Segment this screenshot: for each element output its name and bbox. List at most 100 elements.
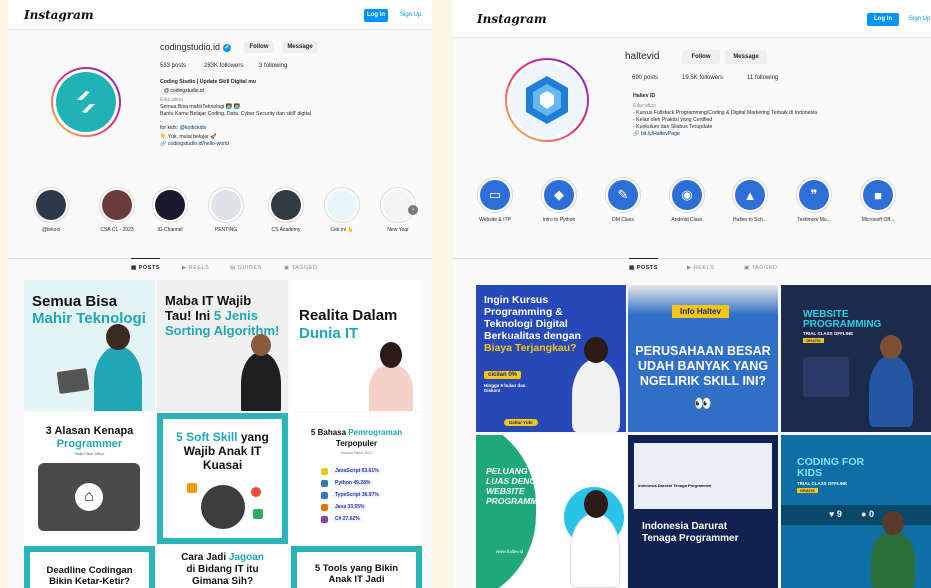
chevron-right-icon[interactable]: › (408, 205, 418, 215)
story-highlight[interactable]: IG Channel (147, 187, 193, 233)
highlight-cover (99, 187, 135, 223)
login-button[interactable]: Log In (364, 9, 388, 22)
signup-link[interactable]: Sign Up (400, 9, 421, 22)
language-label: Python 49.28% (332, 480, 374, 486)
instagram-logo[interactable]: Instagram (477, 12, 547, 26)
category-label: Education (160, 97, 184, 103)
post-tile[interactable]: Semua Bisa Mahir Teknologi (24, 280, 155, 411)
tab-tagged[interactable]: ▣ TAGGED (744, 265, 777, 271)
person-illustration (572, 337, 620, 432)
language-icon (321, 491, 328, 499)
story-highlight[interactable]: @tekoci (28, 187, 74, 233)
post-title: Wajib Anak IT (183, 444, 262, 458)
followers-count[interactable]: 19.5K followers (682, 75, 723, 81)
right-profile-panel: Instagram Log In Sign Up haltevid Follow… (453, 0, 931, 588)
tab-tagged[interactable]: ▣ TAGGED (284, 265, 317, 271)
following-count[interactable]: 3 following (259, 63, 287, 69)
post-tile[interactable]: Ingin Kursus Programming & Teknologi Dig… (476, 285, 626, 432)
posts-count: 533 posts (160, 63, 187, 69)
post-tile[interactable]: CODING FOR KIDS TRIAL CLASS OFFLINE GRAT… (781, 435, 931, 588)
post-title: Mahir Teknologi (32, 310, 146, 327)
post-title: Cara Jadi Jagoan (181, 552, 264, 563)
bio-cta: 👇 Yuk, mulai belajar 🚀 (160, 134, 217, 140)
story-highlight[interactable]: PENTING (203, 187, 249, 233)
post-tile[interactable]: 3 Alasan Kenapa Programmer Wajib Pakai G… (24, 413, 155, 544)
website-link[interactable]: 🔗 bit.ly/HaltevPage (633, 131, 817, 138)
story-highlight[interactable]: ◉ Android Class (664, 177, 710, 223)
highlight-label: Intro to Python (542, 217, 576, 223)
instagram-logo[interactable]: Instagram (24, 8, 94, 22)
cta-badge: Daftar Yuk! (504, 419, 538, 426)
follow-button[interactable]: Follow (682, 50, 720, 64)
profile-name: Coding Studio | Update Skill Digital mu (160, 79, 256, 85)
post-title: Teknologi Digital (484, 318, 568, 330)
tab-guides[interactable]: ▤ GUIDES (230, 265, 262, 271)
top-bar: Instagram Log In Sign Up (453, 0, 931, 38)
github-icon: ⌂ (38, 463, 140, 531)
highlight-cover (33, 187, 69, 223)
post-tile[interactable]: 5 Bahasa Pemrograman Terpopuler Selama T… (291, 413, 422, 544)
highlight-label: Testimoni Mu... (797, 217, 831, 223)
profile-avatar[interactable] (51, 67, 121, 137)
tab-posts[interactable]: ▦ POSTS (629, 258, 658, 271)
post-tile[interactable]: 5 Tools yang Bikin Anak IT Jadi (291, 546, 422, 588)
story-highlight[interactable]: ✎ DM Class (600, 177, 646, 223)
signup-link[interactable]: Sign Up (909, 13, 930, 26)
post-tile[interactable]: Realita Dalam Dunia IT (291, 280, 422, 411)
skill-icon (253, 509, 263, 519)
post-tile[interactable]: WEBSITE PROGRAMMING TRIAL CLASS OFFLINE … (781, 285, 931, 432)
screenshot-preview (634, 443, 772, 509)
tab-posts[interactable]: ▦ POSTS (131, 258, 160, 271)
story-highlight[interactable]: ▭ Website & ITP (472, 177, 518, 223)
tab-reels[interactable]: ▶ REELS (182, 265, 209, 271)
story-highlight[interactable]: Cek ini 👆 (319, 187, 365, 233)
post-tile[interactable]: Deadline Codingan Bikin Ketar-Ketir? (24, 546, 155, 588)
post-title: PROGRAMMING (803, 319, 882, 330)
story-highlight[interactable]: ▲ Haltev to Sch... (727, 177, 773, 223)
post-title: UDAH BANYAK YANG (637, 359, 769, 373)
login-button[interactable]: Log In (867, 13, 899, 26)
story-highlight[interactable]: ❞ Testimoni Mu... (791, 177, 837, 223)
category-label: Education (633, 103, 657, 109)
post-title: PELUANG KARIR (486, 466, 557, 476)
language-row: Python 49.28% (321, 477, 401, 489)
post-tile[interactable]: Cara Jadi Jagoan di Bidang IT itu Gimana… (157, 546, 288, 588)
head-illustration (201, 485, 245, 529)
threads-chip[interactable]: @ codingstudio.id (160, 88, 208, 95)
kids-handle-link[interactable]: @kodickids (180, 125, 207, 131)
post-title: PERUSAHAAN BESAR (635, 344, 771, 358)
story-highlight[interactable]: ◆ Intro to Python (536, 177, 582, 223)
tab-reels[interactable]: ▶ REELS (687, 265, 714, 271)
story-highlight[interactable]: CSA C1 - 2023 (94, 187, 140, 233)
post-tile[interactable]: 5 Soft Skill yang Wajib Anak IT Kuasai (157, 413, 288, 544)
profile-avatar[interactable] (505, 58, 589, 142)
bio-line: Bantu Kamu Belajar Coding, Data, Cyber S… (160, 111, 311, 117)
post-title: Kuasai (202, 458, 243, 472)
post-tile[interactable]: Info Haltev PERUSAHAAN BESAR UDAH BANYAK… (628, 285, 778, 432)
message-button[interactable]: Message (282, 41, 318, 53)
post-tile[interactable]: Maba IT Wajib Tau! Ini 5 Jenis Sorting A… (157, 280, 288, 411)
highlight-label: New Year (387, 227, 409, 233)
eyes-icon: 👀 (694, 395, 712, 411)
story-highlight[interactable]: CS Academy (263, 187, 309, 233)
highlight-cover (208, 187, 244, 223)
message-button[interactable]: Message (725, 50, 767, 64)
profile-bio: Coding Studio | Update Skill Digital mu … (160, 79, 311, 148)
post-title: 5 Tools yang Bikin (314, 563, 399, 574)
highlight-cover: ✎ (605, 177, 641, 213)
highlight-label: CS Academy (271, 227, 301, 233)
person-illustration (94, 324, 142, 411)
website-link[interactable]: 🔗 codingstudio.id/hello-world (160, 141, 311, 148)
info-tag: Info Haltev (672, 305, 729, 318)
following-count[interactable]: 11 following (747, 75, 778, 81)
story-highlight[interactable]: ■ Microsoft Off... (855, 177, 901, 223)
language-icon (321, 479, 328, 487)
post-tile[interactable]: PELUANG KARIR LUAS DENGAN WEBSITE PROGRA… (476, 435, 626, 588)
follow-button[interactable]: Follow (244, 41, 274, 53)
followers-count[interactable]: 283K followers (204, 63, 243, 69)
post-tile[interactable]: Indonesia Darurat Tenaga Programmer Indo… (628, 435, 778, 588)
highlight-label: Haltev to Sch... (733, 217, 767, 223)
language-label: JavaScript 63.61% (332, 468, 382, 474)
likes-count: ♥ 9 (829, 509, 842, 519)
profile-tabs: ▦ POSTS ▶ REELS ▤ GUIDES ▣ TAGGED (8, 258, 432, 280)
